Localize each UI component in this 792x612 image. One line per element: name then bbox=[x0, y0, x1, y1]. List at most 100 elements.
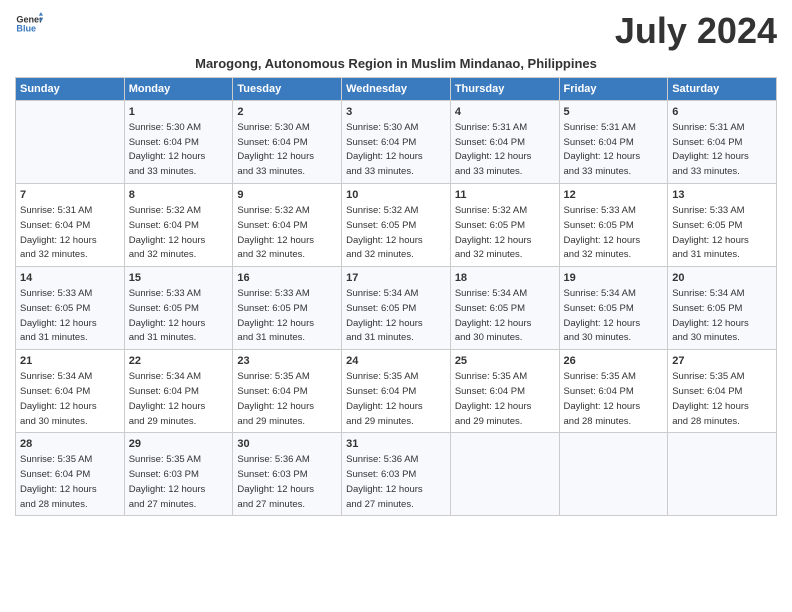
sunset: Sunset: 6:05 PM bbox=[237, 303, 307, 314]
day-number: 28 bbox=[20, 437, 120, 452]
day-cell bbox=[559, 433, 668, 516]
day-cell: 18 Sunrise: 5:34 AM Sunset: 6:05 PM Dayl… bbox=[450, 267, 559, 350]
daylight2: and 33 minutes. bbox=[346, 166, 414, 177]
header-area: General Blue July 2024 bbox=[15, 10, 777, 52]
daylight1: Daylight: 12 hours bbox=[346, 318, 423, 329]
day-number: 11 bbox=[455, 188, 555, 203]
daylight2: and 29 minutes. bbox=[129, 416, 197, 427]
sunrise: Sunrise: 5:35 AM bbox=[564, 371, 636, 382]
sunrise: Sunrise: 5:34 AM bbox=[346, 288, 418, 299]
sunset: Sunset: 6:05 PM bbox=[455, 303, 525, 314]
daylight1: Daylight: 12 hours bbox=[237, 484, 314, 495]
day-number: 31 bbox=[346, 437, 446, 452]
sunset: Sunset: 6:04 PM bbox=[564, 137, 634, 148]
day-number: 4 bbox=[455, 105, 555, 120]
daylight2: and 31 minutes. bbox=[129, 332, 197, 343]
daylight1: Daylight: 12 hours bbox=[129, 401, 206, 412]
daylight1: Daylight: 12 hours bbox=[129, 484, 206, 495]
day-number: 3 bbox=[346, 105, 446, 120]
day-cell: 1 Sunrise: 5:30 AM Sunset: 6:04 PM Dayli… bbox=[124, 101, 233, 184]
daylight2: and 27 minutes. bbox=[129, 499, 197, 510]
sunset: Sunset: 6:04 PM bbox=[237, 137, 307, 148]
day-cell: 5 Sunrise: 5:31 AM Sunset: 6:04 PM Dayli… bbox=[559, 101, 668, 184]
day-number: 17 bbox=[346, 271, 446, 286]
day-cell: 15 Sunrise: 5:33 AM Sunset: 6:05 PM Dayl… bbox=[124, 267, 233, 350]
daylight2: and 33 minutes. bbox=[564, 166, 632, 177]
sunset: Sunset: 6:05 PM bbox=[455, 220, 525, 231]
sunrise: Sunrise: 5:36 AM bbox=[346, 454, 418, 465]
day-number: 22 bbox=[129, 354, 229, 369]
day-cell: 9 Sunrise: 5:32 AM Sunset: 6:04 PM Dayli… bbox=[233, 184, 342, 267]
daylight2: and 30 minutes. bbox=[455, 332, 523, 343]
sunset: Sunset: 6:04 PM bbox=[237, 220, 307, 231]
day-cell: 11 Sunrise: 5:32 AM Sunset: 6:05 PM Dayl… bbox=[450, 184, 559, 267]
daylight1: Daylight: 12 hours bbox=[20, 484, 97, 495]
sunrise: Sunrise: 5:35 AM bbox=[20, 454, 92, 465]
sunrise: Sunrise: 5:35 AM bbox=[672, 371, 744, 382]
day-number: 26 bbox=[564, 354, 664, 369]
sunrise: Sunrise: 5:36 AM bbox=[237, 454, 309, 465]
daylight1: Daylight: 12 hours bbox=[564, 151, 641, 162]
daylight2: and 31 minutes. bbox=[672, 249, 740, 260]
day-cell: 8 Sunrise: 5:32 AM Sunset: 6:04 PM Dayli… bbox=[124, 184, 233, 267]
header-saturday: Saturday bbox=[668, 78, 777, 101]
sunset: Sunset: 6:05 PM bbox=[564, 220, 634, 231]
daylight1: Daylight: 12 hours bbox=[237, 151, 314, 162]
calendar-table: Sunday Monday Tuesday Wednesday Thursday… bbox=[15, 77, 777, 516]
daylight1: Daylight: 12 hours bbox=[564, 401, 641, 412]
sunset: Sunset: 6:04 PM bbox=[346, 386, 416, 397]
day-cell bbox=[16, 101, 125, 184]
header-monday: Monday bbox=[124, 78, 233, 101]
day-number: 19 bbox=[564, 271, 664, 286]
daylight1: Daylight: 12 hours bbox=[672, 318, 749, 329]
daylight2: and 29 minutes. bbox=[455, 416, 523, 427]
daylight2: and 33 minutes. bbox=[237, 166, 305, 177]
sunset: Sunset: 6:04 PM bbox=[20, 469, 90, 480]
daylight2: and 29 minutes. bbox=[346, 416, 414, 427]
daylight1: Daylight: 12 hours bbox=[129, 318, 206, 329]
day-cell: 13 Sunrise: 5:33 AM Sunset: 6:05 PM Dayl… bbox=[668, 184, 777, 267]
subtitle: Marogong, Autonomous Region in Muslim Mi… bbox=[15, 56, 777, 71]
daylight2: and 28 minutes. bbox=[564, 416, 632, 427]
sunset: Sunset: 6:04 PM bbox=[455, 137, 525, 148]
daylight1: Daylight: 12 hours bbox=[20, 401, 97, 412]
daylight2: and 32 minutes. bbox=[564, 249, 632, 260]
day-number: 24 bbox=[346, 354, 446, 369]
week-row-2: 7 Sunrise: 5:31 AM Sunset: 6:04 PM Dayli… bbox=[16, 184, 777, 267]
day-cell: 10 Sunrise: 5:32 AM Sunset: 6:05 PM Dayl… bbox=[342, 184, 451, 267]
sunrise: Sunrise: 5:33 AM bbox=[20, 288, 92, 299]
day-number: 9 bbox=[237, 188, 337, 203]
daylight2: and 32 minutes. bbox=[129, 249, 197, 260]
day-number: 15 bbox=[129, 271, 229, 286]
day-cell: 3 Sunrise: 5:30 AM Sunset: 6:04 PM Dayli… bbox=[342, 101, 451, 184]
daylight1: Daylight: 12 hours bbox=[346, 401, 423, 412]
day-cell: 23 Sunrise: 5:35 AM Sunset: 6:04 PM Dayl… bbox=[233, 350, 342, 433]
header-thursday: Thursday bbox=[450, 78, 559, 101]
header-row: Sunday Monday Tuesday Wednesday Thursday… bbox=[16, 78, 777, 101]
sunset: Sunset: 6:05 PM bbox=[672, 220, 742, 231]
day-number: 23 bbox=[237, 354, 337, 369]
daylight2: and 32 minutes. bbox=[346, 249, 414, 260]
sunset: Sunset: 6:05 PM bbox=[129, 303, 199, 314]
sunrise: Sunrise: 5:34 AM bbox=[672, 288, 744, 299]
sunset: Sunset: 6:04 PM bbox=[672, 137, 742, 148]
sunset: Sunset: 6:03 PM bbox=[346, 469, 416, 480]
daylight1: Daylight: 12 hours bbox=[20, 235, 97, 246]
day-cell: 12 Sunrise: 5:33 AM Sunset: 6:05 PM Dayl… bbox=[559, 184, 668, 267]
sunset: Sunset: 6:05 PM bbox=[346, 303, 416, 314]
daylight1: Daylight: 12 hours bbox=[129, 151, 206, 162]
daylight2: and 32 minutes. bbox=[455, 249, 523, 260]
day-cell: 6 Sunrise: 5:31 AM Sunset: 6:04 PM Dayli… bbox=[668, 101, 777, 184]
day-number: 29 bbox=[129, 437, 229, 452]
sunrise: Sunrise: 5:35 AM bbox=[455, 371, 527, 382]
sunrise: Sunrise: 5:32 AM bbox=[455, 205, 527, 216]
sunset: Sunset: 6:05 PM bbox=[564, 303, 634, 314]
header-sunday: Sunday bbox=[16, 78, 125, 101]
day-number: 12 bbox=[564, 188, 664, 203]
daylight1: Daylight: 12 hours bbox=[455, 401, 532, 412]
daylight1: Daylight: 12 hours bbox=[455, 151, 532, 162]
sunrise: Sunrise: 5:33 AM bbox=[129, 288, 201, 299]
day-number: 25 bbox=[455, 354, 555, 369]
daylight1: Daylight: 12 hours bbox=[672, 235, 749, 246]
month-title: July 2024 bbox=[615, 10, 777, 52]
